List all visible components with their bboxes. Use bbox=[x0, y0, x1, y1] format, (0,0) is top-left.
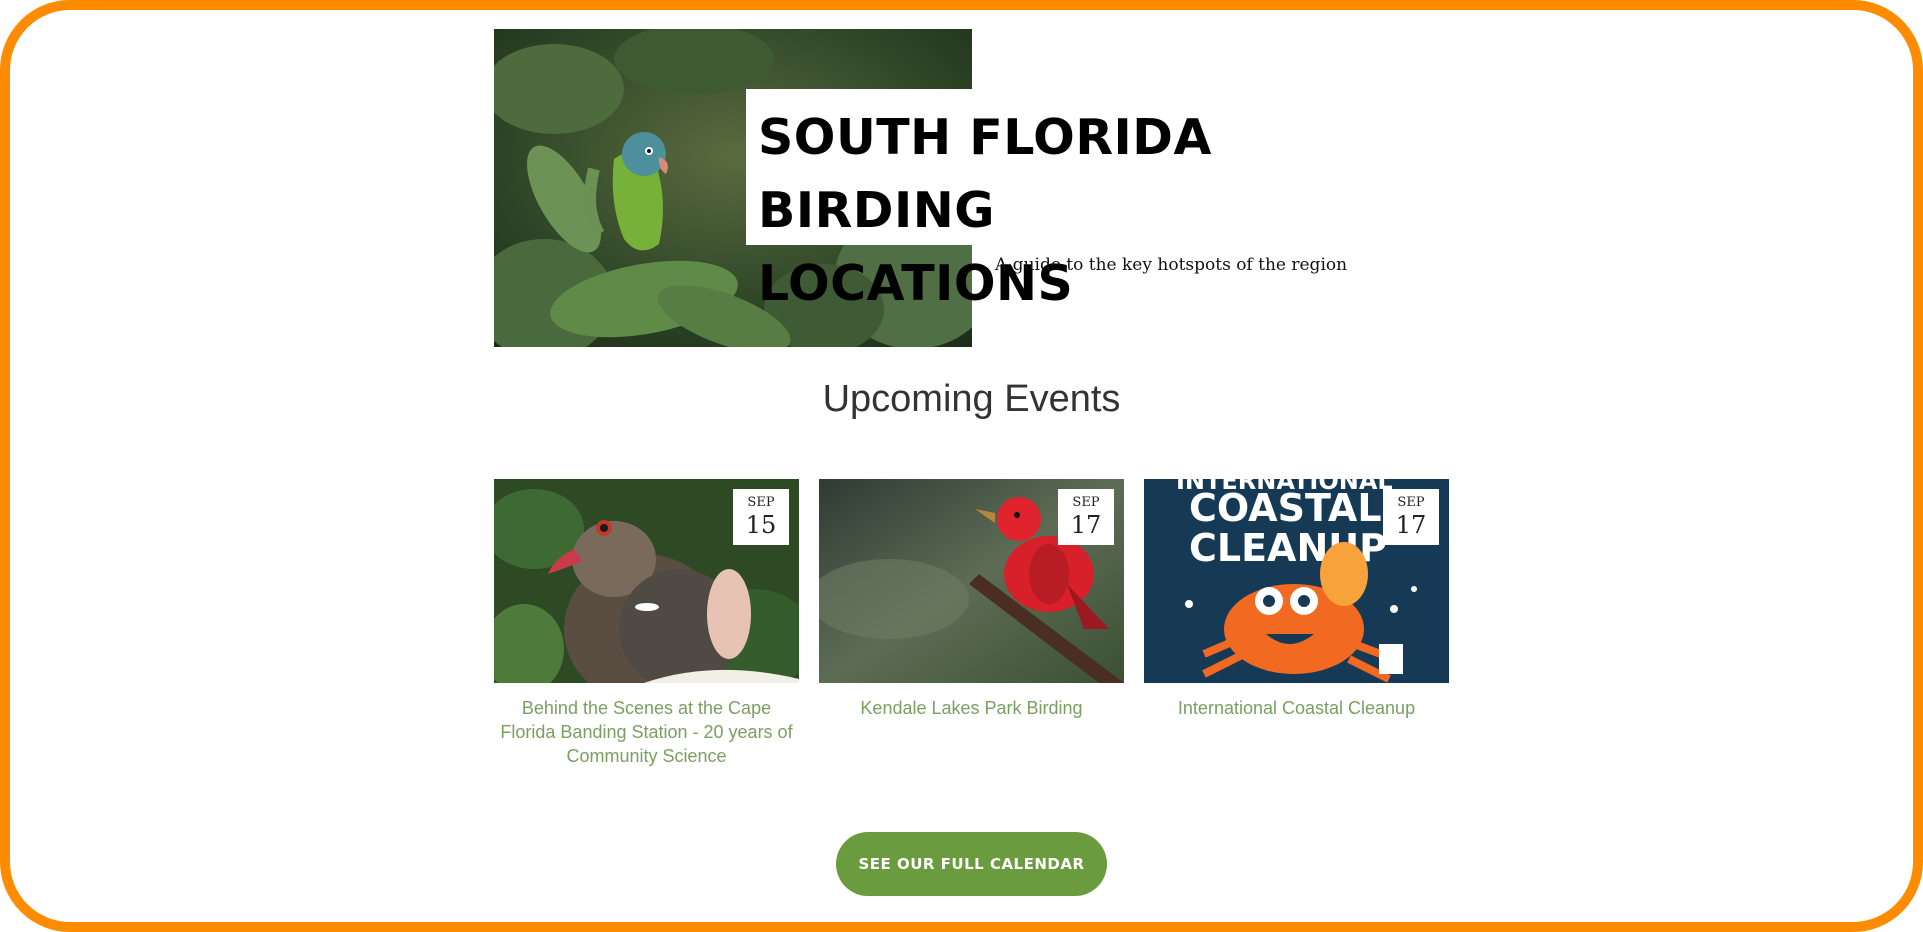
event-card: INTERNATIONAL COASTAL CLEANUP SEP 17 Int… bbox=[1144, 479, 1449, 720]
see-full-calendar-button[interactable]: SEE OUR FULL CALENDAR bbox=[836, 832, 1107, 896]
event-day: 17 bbox=[1395, 511, 1427, 539]
event-date-badge: SEP 17 bbox=[1383, 489, 1439, 545]
page-title: SOUTH FLORIDA BIRDING LOCATIONS bbox=[758, 101, 1326, 320]
event-month: SEP bbox=[1072, 495, 1100, 510]
event-image-link[interactable]: SEP 15 bbox=[494, 479, 799, 683]
page: SOUTH FLORIDA BIRDING LOCATIONS A guide … bbox=[10, 10, 1913, 922]
event-title-link[interactable]: Behind the Scenes at the Cape Florida Ba… bbox=[494, 696, 799, 768]
cleanup-image-text-2: COASTAL bbox=[1189, 486, 1382, 530]
hero-title-box: SOUTH FLORIDA BIRDING LOCATIONS bbox=[746, 89, 1326, 312]
page-title-line-2: BIRDING LOCATIONS bbox=[758, 182, 1074, 312]
event-title-link[interactable]: Kendale Lakes Park Birding bbox=[819, 696, 1124, 720]
event-date-badge: SEP 17 bbox=[1058, 489, 1114, 545]
page-title-line-1: SOUTH FLORIDA bbox=[758, 109, 1212, 166]
event-day: 17 bbox=[1070, 511, 1102, 539]
hero-subtitle: A guide to the key hotspots of the regio… bbox=[995, 255, 1348, 275]
browser-frame: SOUTH FLORIDA BIRDING LOCATIONS A guide … bbox=[0, 0, 1923, 932]
upcoming-events-heading: Upcoming Events bbox=[822, 378, 1121, 420]
event-card: SEP 15 Behind the Scenes at the Cape Flo… bbox=[494, 479, 799, 768]
event-day: 15 bbox=[745, 511, 777, 539]
event-image-link[interactable]: INTERNATIONAL COASTAL CLEANUP SEP 17 bbox=[1144, 479, 1449, 683]
event-month: SEP bbox=[1397, 495, 1425, 510]
event-card: SEP 17 Kendale Lakes Park Birding bbox=[819, 479, 1124, 720]
event-date-badge: SEP 15 bbox=[733, 489, 789, 545]
event-month: SEP bbox=[747, 495, 775, 510]
event-image-link[interactable]: SEP 17 bbox=[819, 479, 1124, 683]
event-title-link[interactable]: International Coastal Cleanup bbox=[1144, 696, 1449, 720]
